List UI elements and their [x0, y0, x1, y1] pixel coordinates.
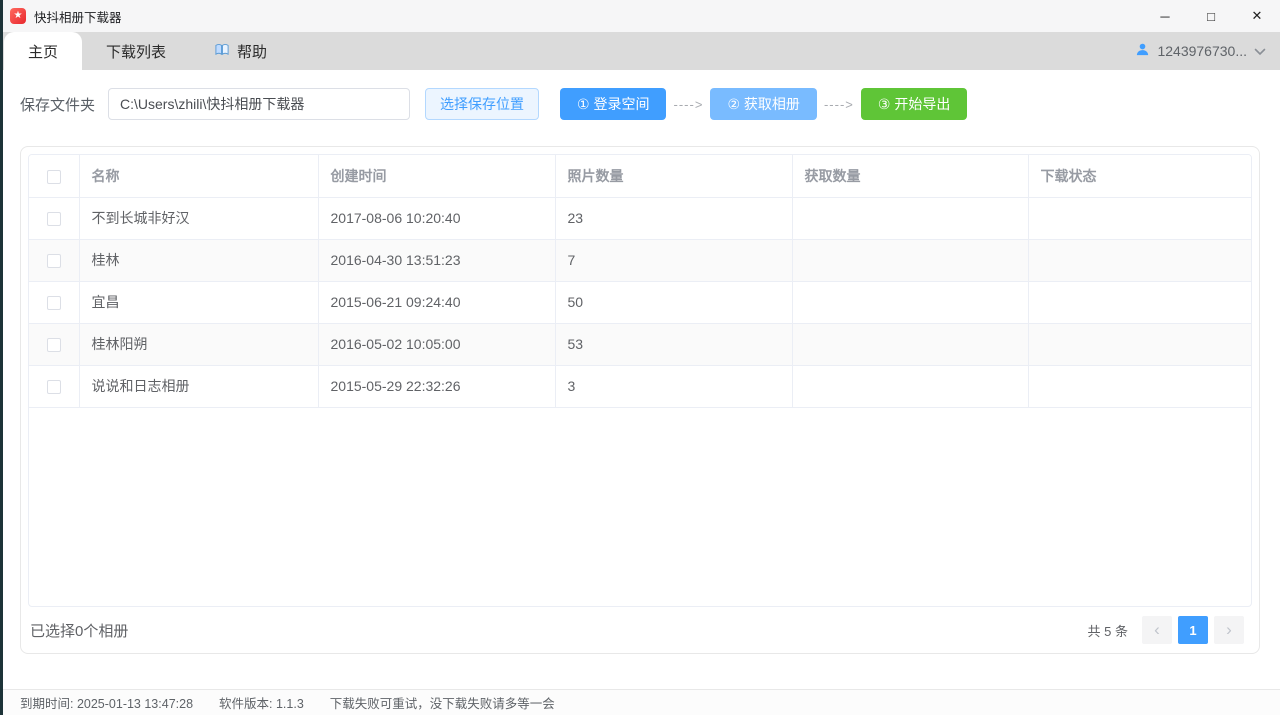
choose-location-button[interactable]: 选择保存位置 [425, 88, 539, 120]
row-checkbox-cell [29, 365, 79, 407]
album-table-wrap: 名称创建时间照片数量获取数量下载状态 不到长城非好汉2017-08-06 10:… [28, 154, 1252, 607]
cell-name: 宜昌 [79, 281, 318, 323]
select-all-header-cell [29, 155, 79, 197]
save-folder-label: 保存文件夹 [20, 94, 95, 115]
row-checkbox[interactable] [47, 254, 61, 268]
row-checkbox-cell [29, 197, 79, 239]
row-checkbox-cell [29, 281, 79, 323]
current-page-button[interactable]: 1 [1178, 616, 1208, 644]
version-text: 软件版本: 1.1.3 [219, 693, 304, 712]
tab-home-label: 主页 [28, 41, 58, 62]
select-all-checkbox[interactable] [47, 170, 61, 184]
expire-time-text: 到期时间: 2025-01-13 13:47:28 [20, 693, 193, 712]
column-header: 创建时间 [318, 155, 555, 197]
start-export-button[interactable]: ③ 开始导出 [861, 88, 967, 120]
row-checkbox[interactable] [47, 338, 61, 352]
table-row: 宜昌2015-06-21 09:24:4050 [29, 281, 1252, 323]
desktop-edge [0, 0, 3, 715]
user-icon [1135, 42, 1150, 60]
status-bar: 到期时间: 2025-01-13 13:47:28 软件版本: 1.1.3 下载… [0, 689, 1280, 715]
cell-status [1028, 323, 1252, 365]
row-checkbox[interactable] [47, 296, 61, 310]
tab-help[interactable]: 帮助 [190, 32, 291, 70]
book-icon [214, 42, 230, 61]
window-title: 快抖相册下载器 [34, 7, 122, 26]
table-header-row: 名称创建时间照片数量获取数量下载状态 [29, 155, 1252, 197]
cell-status [1028, 281, 1252, 323]
cell-status [1028, 365, 1252, 407]
cell-fetched [792, 365, 1028, 407]
cell-status [1028, 239, 1252, 281]
cell-fetched [792, 323, 1028, 365]
table-row: 说说和日志相册2015-05-29 22:32:263 [29, 365, 1252, 407]
tab-home[interactable]: 主页 [4, 32, 82, 70]
cell-created: 2017-08-06 10:20:40 [318, 197, 555, 239]
cell-name: 不到长城非好汉 [79, 197, 318, 239]
pagination: 共 5 条 ‹ 1 › [1088, 616, 1244, 644]
close-button[interactable]: ✕ [1234, 0, 1280, 32]
cell-photos: 53 [555, 323, 792, 365]
cell-status [1028, 197, 1252, 239]
table-row: 不到长城非好汉2017-08-06 10:20:4023 [29, 197, 1252, 239]
row-checkbox-cell [29, 239, 79, 281]
cell-created: 2016-04-30 13:51:23 [318, 239, 555, 281]
prev-page-button[interactable]: ‹ [1142, 616, 1172, 644]
chevron-down-icon [1254, 43, 1266, 59]
card-footer: 已选择0个相册 共 5 条 ‹ 1 › [28, 607, 1252, 653]
cell-name: 说说和日志相册 [79, 365, 318, 407]
table-row: 桂林2016-04-30 13:51:237 [29, 239, 1252, 281]
cell-name: 桂林阳朔 [79, 323, 318, 365]
flow-arrow-2: ----> [817, 97, 861, 112]
album-card: 名称创建时间照片数量获取数量下载状态 不到长城非好汉2017-08-06 10:… [20, 146, 1260, 654]
row-checkbox-cell [29, 323, 79, 365]
login-space-button[interactable]: ① 登录空间 [560, 88, 666, 120]
save-folder-input[interactable] [108, 88, 410, 120]
tab-download-list[interactable]: 下载列表 [82, 32, 190, 70]
tab-help-label: 帮助 [237, 41, 267, 62]
toolbar: 保存文件夹 选择保存位置 ① 登录空间 ----> ② 获取相册 ----> ③… [0, 70, 1280, 120]
row-checkbox[interactable] [47, 380, 61, 394]
column-header: 名称 [79, 155, 318, 197]
album-table: 名称创建时间照片数量获取数量下载状态 不到长城非好汉2017-08-06 10:… [29, 155, 1252, 408]
app-window: ★ 快抖相册下载器 ─ □ ✕ 主页 下载列表 帮助 [0, 0, 1280, 715]
titlebar: ★ 快抖相册下载器 ─ □ ✕ [0, 0, 1280, 32]
tab-download-list-label: 下载列表 [106, 41, 166, 62]
column-header: 照片数量 [555, 155, 792, 197]
flow-arrow-1: ----> [666, 97, 710, 112]
cell-created: 2015-06-21 09:24:40 [318, 281, 555, 323]
fetch-albums-button[interactable]: ② 获取相册 [710, 88, 816, 120]
cell-created: 2015-05-29 22:32:26 [318, 365, 555, 407]
column-header: 获取数量 [792, 155, 1028, 197]
selected-count-text: 已选择0个相册 [30, 620, 128, 641]
window-controls: ─ □ ✕ [1142, 0, 1280, 32]
next-page-button[interactable]: › [1214, 616, 1244, 644]
maximize-button[interactable]: □ [1188, 0, 1234, 32]
cell-fetched [792, 197, 1028, 239]
cell-fetched [792, 281, 1028, 323]
cell-photos: 3 [555, 365, 792, 407]
cell-photos: 7 [555, 239, 792, 281]
user-menu[interactable]: 1243976730... [1135, 32, 1266, 70]
column-header: 下载状态 [1028, 155, 1252, 197]
cell-photos: 23 [555, 197, 792, 239]
cell-name: 桂林 [79, 239, 318, 281]
tab-bar: 主页 下载列表 帮助 1243976730... [0, 32, 1280, 70]
row-checkbox[interactable] [47, 212, 61, 226]
pagination-total: 共 5 条 [1088, 621, 1128, 640]
cell-photos: 50 [555, 281, 792, 323]
user-id: 1243976730... [1157, 43, 1247, 59]
cell-fetched [792, 239, 1028, 281]
hint-text: 下载失败可重试，没下载失败请多等一会 [330, 693, 555, 712]
table-row: 桂林阳朔2016-05-02 10:05:0053 [29, 323, 1252, 365]
minimize-button[interactable]: ─ [1142, 0, 1188, 32]
album-table-body: 不到长城非好汉2017-08-06 10:20:4023桂林2016-04-30… [29, 197, 1252, 407]
app-icon: ★ [10, 8, 26, 24]
cell-created: 2016-05-02 10:05:00 [318, 323, 555, 365]
